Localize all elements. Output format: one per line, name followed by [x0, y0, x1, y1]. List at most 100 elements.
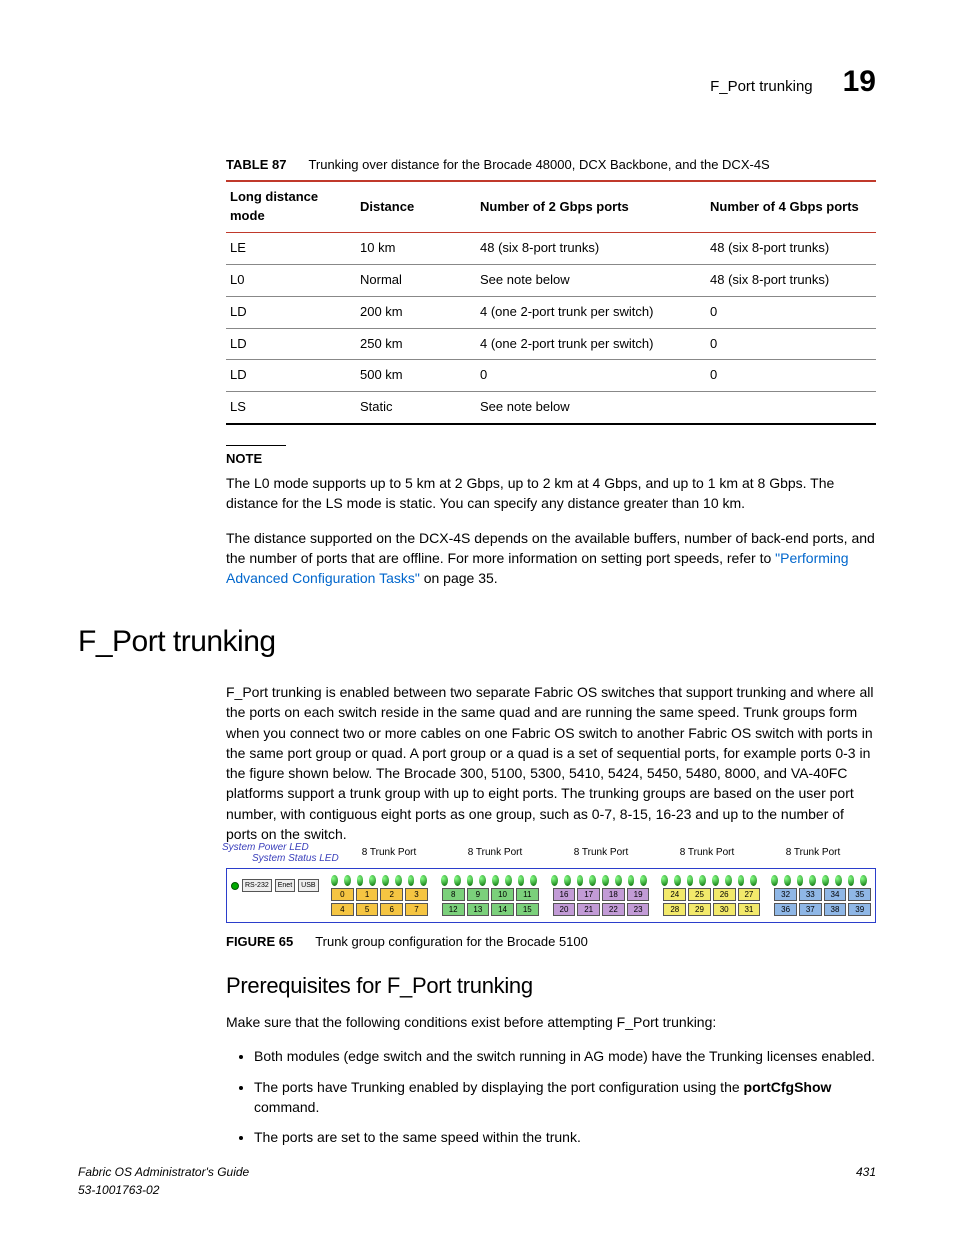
label-system-power-led: System Power LED: [222, 842, 339, 853]
port-led-icon: [395, 875, 402, 886]
table-cell: 4 (one 2-port trunk per switch): [476, 328, 706, 360]
port-cell: 34: [824, 888, 847, 901]
port-led-icon: [687, 875, 694, 886]
table-row: LE10 km48 (six 8-port trunks)48 (six 8-p…: [226, 233, 876, 265]
port-cell: 27: [738, 888, 761, 901]
h1-fport-trunking: F_Port trunking: [78, 620, 876, 664]
enet-port: Enet: [275, 879, 295, 892]
chapter-number: 19: [843, 60, 876, 104]
h2-prereq: Prerequisites for F_Port trunking: [226, 970, 876, 1002]
list-item: The ports have Trunking enabled by displ…: [254, 1077, 876, 1118]
table-cell: 0: [476, 360, 706, 392]
prereq-list: Both modules (edge switch and the switch…: [226, 1046, 876, 1147]
port-cell: 19: [627, 888, 650, 901]
port-cell: 26: [713, 888, 736, 901]
port-cell: 16: [553, 888, 576, 901]
figure65-caption: FIGURE 65 Trunk group configuration for t…: [226, 933, 876, 952]
table87-col0: Long distance mode: [226, 181, 356, 232]
table-cell: LS: [226, 392, 356, 424]
table-cell: 200 km: [356, 296, 476, 328]
page-footer: Fabric OS Administrator's Guide 53-10017…: [78, 1164, 876, 1199]
port-cell: 14: [491, 903, 514, 916]
port-led-icon: [640, 875, 647, 886]
port-led-icon: [738, 875, 745, 886]
port-cell: 23: [627, 903, 650, 916]
port-led-icon: [797, 875, 804, 886]
trunk-port-label: 8 Trunk Port: [548, 846, 654, 861]
table-cell: 250 km: [356, 328, 476, 360]
port-led-icon: [420, 875, 427, 886]
port-cell: 36: [774, 903, 797, 916]
table-cell: 0: [706, 360, 876, 392]
port-led-icon: [479, 875, 486, 886]
table-cell: LD: [226, 296, 356, 328]
port-cell: 24: [663, 888, 686, 901]
port-cell: 11: [516, 888, 539, 901]
port-led-icon: [750, 875, 757, 886]
table-cell: Normal: [356, 264, 476, 296]
port-cell: 7: [405, 903, 428, 916]
trunk-port-label: 8 Trunk Port: [336, 846, 442, 861]
list-item: Both modules (edge switch and the switch…: [254, 1046, 876, 1066]
trunk-port-label: 8 Trunk Port: [442, 846, 548, 861]
port-cell: 6: [380, 903, 403, 916]
table-row: LD200 km4 (one 2-port trunk per switch)0: [226, 296, 876, 328]
port-led-icon: [369, 875, 376, 886]
figure65-caption-text: Trunk group configuration for the Brocad…: [315, 934, 588, 949]
port-led-icon: [712, 875, 719, 886]
port-status-leds: [331, 875, 871, 886]
port-led-icon: [564, 875, 571, 886]
table87: Long distance mode Distance Number of 2 …: [226, 180, 876, 425]
port-cell: 18: [602, 888, 625, 901]
bullet-text: The ports are set to the same speed with…: [254, 1129, 581, 1145]
port-cell: 21: [577, 903, 600, 916]
port-cell: 15: [516, 903, 539, 916]
port-led-icon: [454, 875, 461, 886]
port-led-icon: [771, 875, 778, 886]
port-led-icon: [661, 875, 668, 886]
port-cell: 30: [713, 903, 736, 916]
table87-col1: Distance: [356, 181, 476, 232]
table-cell: 48 (six 8-port trunks): [476, 233, 706, 265]
port-led-icon: [860, 875, 867, 886]
port-led-icon: [408, 875, 415, 886]
port-cell: 29: [688, 903, 711, 916]
figure65-trunk-labels: 8 Trunk Port8 Trunk Port8 Trunk Port8 Tr…: [336, 846, 866, 861]
table-cell: LD: [226, 328, 356, 360]
port-cell: 25: [688, 888, 711, 901]
table-cell: 0: [706, 296, 876, 328]
table-cell: L0: [226, 264, 356, 296]
port-led-icon: [344, 875, 351, 886]
port-cell: 17: [577, 888, 600, 901]
port-cell: 5: [356, 903, 379, 916]
list-item: The ports are set to the same speed with…: [254, 1127, 876, 1147]
table-cell: See note below: [476, 392, 706, 424]
table87-caption-text: Trunking over distance for the Brocade 4…: [308, 157, 769, 172]
port-cell: 31: [738, 903, 761, 916]
port-led-icon: [577, 875, 584, 886]
prereq-intro: Make sure that the following conditions …: [226, 1012, 876, 1032]
port-led-icon: [699, 875, 706, 886]
port-cell: 1: [356, 888, 379, 901]
ports-top-row: 0123891011161718192425262732333435: [331, 888, 871, 901]
running-section-title: F_Port trunking: [710, 76, 813, 98]
port-led-icon: [848, 875, 855, 886]
port-led-icon: [505, 875, 512, 886]
port-cell: 10: [491, 888, 514, 901]
table-cell: LD: [226, 360, 356, 392]
port-led-icon: [331, 875, 338, 886]
port-cell: 3: [405, 888, 428, 901]
port-led-icon: [784, 875, 791, 886]
figure65-label: FIGURE 65: [226, 934, 293, 949]
figure65-led-labels: System Power LED System Status LED: [222, 842, 339, 864]
command-name: portCfgShow: [744, 1079, 832, 1095]
port-led-icon: [835, 875, 842, 886]
table-cell: Static: [356, 392, 476, 424]
table-cell: 4 (one 2-port trunk per switch): [476, 296, 706, 328]
port-led-icon: [382, 875, 389, 886]
footer-page: 431: [856, 1164, 876, 1199]
para-dcx4s-post: on page 35.: [420, 570, 498, 586]
port-cell: 35: [848, 888, 871, 901]
port-cell: 38: [824, 903, 847, 916]
table-cell: [706, 392, 876, 424]
